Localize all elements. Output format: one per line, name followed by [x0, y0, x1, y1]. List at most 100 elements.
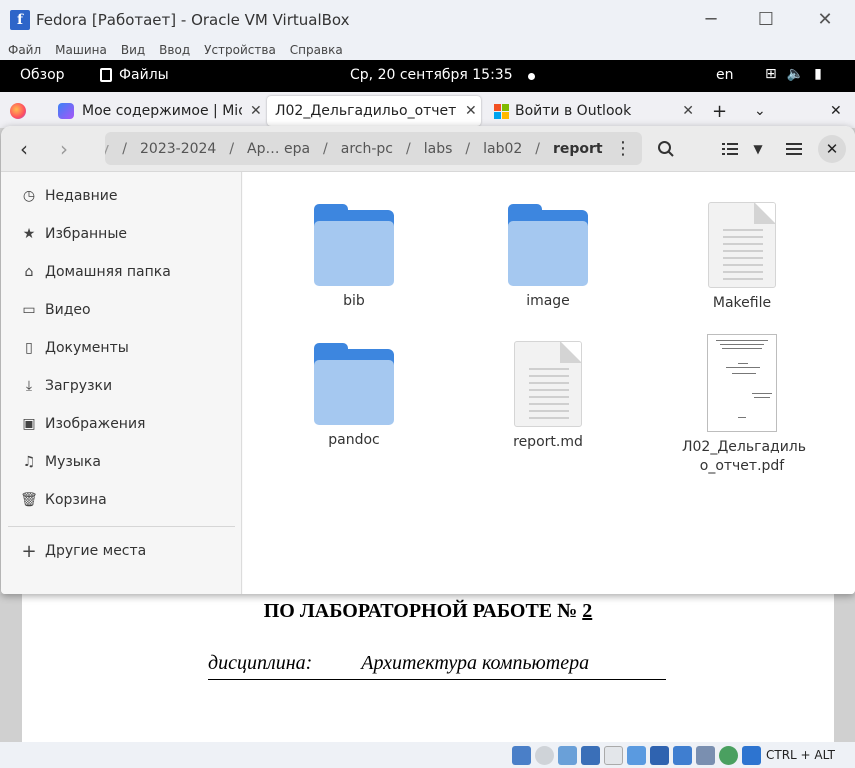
file-item-pdf[interactable]: Л02_Дельгадиль о_отчет.pdf: [667, 334, 817, 476]
minimize-icon[interactable]: ─: [700, 8, 722, 30]
menu-devices[interactable]: Устройства: [204, 43, 276, 57]
vbox-menubar: Файл Машина Вид Ввод Устройства Справка: [0, 40, 855, 60]
recording-icon[interactable]: [673, 746, 692, 765]
video-icon: ▭: [22, 302, 36, 318]
file-name: bib: [343, 293, 365, 309]
hamburger-menu-icon[interactable]: [781, 134, 807, 164]
kebab-menu-icon[interactable]: ⋮: [614, 138, 632, 159]
sidebar: ◷ Недавние ★ Избранные ⌂ Домашняя папка ▭ Ви…: [1, 172, 242, 594]
close-window-icon[interactable]: ✕: [814, 8, 836, 30]
file-item-folder[interactable]: bib: [279, 204, 429, 311]
menu-file[interactable]: Файл: [8, 43, 41, 57]
list-view-icon[interactable]: [717, 134, 743, 164]
search-icon[interactable]: [653, 134, 679, 164]
file-item-file[interactable]: report.md: [473, 341, 623, 452]
sidebar-item-label: Недавние: [45, 188, 118, 204]
breadcrumb-item[interactable]: labs: [424, 141, 453, 157]
shared-folders-icon[interactable]: [627, 746, 646, 765]
doc-heading-number: 2: [582, 600, 593, 622]
menu-view[interactable]: Вид: [121, 43, 145, 57]
audio-icon[interactable]: [558, 746, 577, 765]
breadcrumb-item[interactable]: Ар… ера: [247, 141, 310, 157]
sidebar-item-documents[interactable]: ▯ Документы: [1, 331, 242, 365]
virtualbox-logo-icon: f: [10, 10, 30, 30]
sidebar-item-label: Музыка: [45, 454, 101, 470]
breadcrumb-item[interactable]: y: [105, 141, 109, 157]
sidebar-item-downloads[interactable]: ⤓ Загрузки: [1, 369, 242, 403]
guest-screen: Обзор Файлы Ср, 20 сентября 15:35 en ⊞ 🔈…: [0, 60, 855, 742]
download-icon: ⤓: [25, 378, 33, 394]
sidebar-item-other-locations[interactable]: + Другие места: [1, 534, 242, 568]
back-arrow-icon[interactable]: ‹: [9, 134, 39, 164]
close-tab-icon[interactable]: ✕: [465, 103, 477, 119]
breadcrumb-current[interactable]: report: [553, 141, 603, 157]
sidebar-item-home[interactable]: ⌂ Домашняя папка: [1, 255, 242, 289]
file-item-folder[interactable]: pandoc: [279, 343, 429, 450]
file-grid: bib image Makefile pandoc report.md Л02_…: [243, 172, 855, 594]
sidebar-item-music[interactable]: ♫ Музыка: [1, 445, 242, 479]
trash-icon: 🗑: [20, 492, 38, 508]
menu-help[interactable]: Справка: [290, 43, 343, 57]
browser-tab[interactable]: Мое содержимое | Micro ✕: [50, 96, 262, 126]
status-icons: [512, 746, 761, 765]
sidebar-item-starred[interactable]: ★ Избранные: [1, 217, 242, 251]
file-item-file[interactable]: Makefile: [667, 202, 817, 313]
mouse-integration-icon[interactable]: [719, 746, 738, 765]
system-menu[interactable]: ⊞ 🔈 ▮: [765, 66, 822, 82]
close-tab-icon[interactable]: ✕: [682, 103, 694, 119]
breadcrumb-item[interactable]: lab02: [483, 141, 522, 157]
vbox-titlebar: f Fedora [Работает] - Oracle VM VirtualB…: [0, 0, 855, 40]
file-name: Makefile: [712, 295, 772, 311]
browser-tab-strip: Мое содержимое | Micro ✕ Л02_Дельгадильо…: [0, 92, 855, 128]
tab-label: Мое содержимое | Micro: [82, 103, 242, 119]
browser-tab-active[interactable]: Л02_Дельгадильо_отчет.pd ✕: [267, 96, 481, 126]
copilot-icon: [58, 103, 74, 119]
close-icon[interactable]: ✕: [818, 135, 846, 163]
star-icon: ★: [22, 226, 36, 242]
app-menu-files[interactable]: Файлы: [100, 67, 169, 83]
menu-input[interactable]: Ввод: [159, 43, 190, 57]
forward-arrow-icon[interactable]: ›: [49, 134, 79, 164]
music-icon: ♫: [22, 454, 36, 470]
clock[interactable]: Ср, 20 сентября 15:35: [350, 67, 513, 83]
hard-disk-icon[interactable]: [512, 746, 531, 765]
menu-machine[interactable]: Машина: [55, 43, 107, 57]
new-tab-icon[interactable]: +: [712, 96, 727, 126]
tab-label: Войти в Outlook: [515, 103, 632, 119]
breadcrumb-item[interactable]: 2023-2024: [140, 141, 216, 157]
sidebar-item-recent[interactable]: ◷ Недавние: [1, 179, 242, 213]
chevron-down-icon[interactable]: ▼: [747, 134, 769, 164]
firefox-icon[interactable]: [10, 96, 40, 126]
file-item-folder[interactable]: image: [473, 204, 623, 311]
file-name: report.md: [513, 434, 583, 450]
chevron-down-icon[interactable]: ⌄: [754, 96, 766, 126]
maximize-icon[interactable]: ☐: [755, 8, 777, 30]
sidebar-item-videos[interactable]: ▭ Видео: [1, 293, 242, 327]
sidebar-item-label: Другие места: [45, 543, 147, 559]
doc-discipline-value: Архитектура компьютера: [361, 652, 590, 674]
keyboard-capture-icon[interactable]: [742, 746, 761, 765]
files-app-icon: [100, 68, 112, 82]
browser-tab[interactable]: Войти в Outlook ✕: [488, 96, 694, 126]
activities-button[interactable]: Обзор: [20, 67, 65, 83]
pdf-viewer: ПО ЛАБОРАТОРНОЙ РАБОТЕ № 2 дисциплина: А…: [0, 594, 855, 742]
optical-drive-icon[interactable]: [535, 746, 554, 765]
doc-discipline-label: дисциплина:: [208, 652, 313, 674]
document-icon: ▯: [25, 340, 33, 356]
keyboard-layout[interactable]: en: [716, 67, 734, 83]
network-adapter-icon[interactable]: [581, 746, 600, 765]
sidebar-item-label: Документы: [45, 340, 129, 356]
virtualization-icon[interactable]: [696, 746, 715, 765]
usb-icon[interactable]: [604, 746, 623, 765]
display-icon[interactable]: [650, 746, 669, 765]
sidebar-item-pictures[interactable]: ▣ Изображения: [1, 407, 242, 441]
breadcrumb-item[interactable]: arch-pc: [341, 141, 393, 157]
window-title: Fedora [Работает] - Oracle VM VirtualBox: [36, 11, 350, 29]
vbox-statusbar: CTRL + ALT: [0, 742, 855, 768]
close-browser-icon[interactable]: ✕: [830, 96, 842, 126]
file-name: pandoc: [328, 432, 380, 448]
app-name: Файлы: [119, 67, 169, 83]
close-tab-icon[interactable]: ✕: [250, 103, 262, 119]
sidebar-item-trash[interactable]: 🗑 Корзина: [1, 483, 242, 517]
gnome-top-bar: Обзор Файлы Ср, 20 сентября 15:35 en ⊞ 🔈…: [0, 60, 855, 92]
